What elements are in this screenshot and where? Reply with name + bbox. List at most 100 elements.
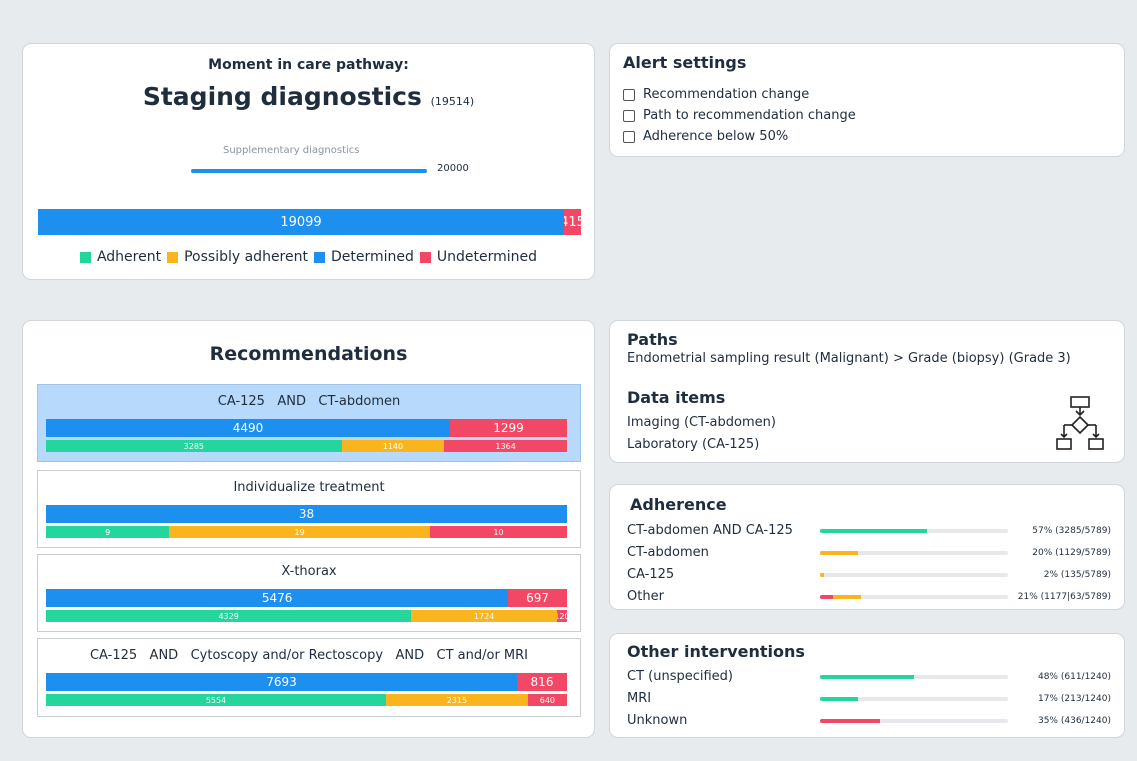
recommendation-label: CA-125 AND CT-abdomen [217, 394, 401, 409]
legend-swatch-undetermined [419, 251, 431, 263]
not-adherent-segment[interactable]: 640 [527, 694, 567, 706]
moment-title: Staging diagnostics (19514) [23, 82, 594, 111]
possibly-adherent-segment[interactable]: 1724 [411, 610, 557, 622]
data-item: Imaging (CT-abdomen) [627, 415, 776, 430]
recommendation-item[interactable]: CA-125 AND Cytoscopy and/or Rectoscopy A… [37, 638, 581, 717]
adherent-segment[interactable]: 5554 [46, 694, 387, 706]
determined-segment[interactable]: 19099 [38, 209, 564, 235]
determined-segment[interactable]: 4490 [46, 419, 451, 437]
other-row-bar [820, 675, 1008, 679]
determined-bar[interactable]: 5476 697 [46, 589, 567, 607]
other-row-value: 17% (213/1240) [1037, 694, 1111, 704]
legend-swatch-determined [313, 251, 325, 263]
not-adherent-segment[interactable]: 1364 [444, 440, 567, 452]
alert-option-label: Adherence below 50% [643, 129, 789, 144]
legend-label: Adherent [96, 249, 162, 265]
legend-item-possibly-adherent: Possibly adherent [167, 249, 308, 265]
alert-option-path-change[interactable]: Path to recommendation change [623, 108, 856, 123]
other-row-fill [820, 719, 881, 723]
other-row-fill [820, 675, 914, 679]
adherence-row-bar [820, 551, 1008, 555]
other-row-label: CT (unspecified) [627, 669, 733, 684]
other-interventions-card: Other interventions CT (unspecified) 48% … [609, 633, 1125, 738]
adherence-title: Adherence [630, 495, 727, 514]
alert-option-adherence-below[interactable]: Adherence below 50% [623, 129, 788, 144]
adherence-bar[interactable]: 3285 1140 1364 [46, 440, 567, 452]
alert-option-recommendation-change[interactable]: Recommendation change [623, 87, 809, 102]
adherence-row-bar [820, 573, 1008, 577]
determined-bar[interactable]: 7693 816 [46, 673, 567, 691]
adherence-row-bar [820, 529, 1008, 533]
not-adherent-segment[interactable]: 120 [556, 610, 567, 622]
legend-label: Undetermined [436, 249, 538, 265]
recommendation-label: CA-125 AND Cytoscopy and/or Rectoscopy A… [89, 648, 529, 663]
adherent-segment[interactable]: 3285 [46, 440, 342, 452]
recommendations-title: Recommendations [209, 343, 408, 365]
adherence-row-value: 21% (1177|63/5789) [1017, 592, 1111, 602]
other-row-bar [820, 697, 1008, 701]
undetermined-segment[interactable]: 415 [564, 209, 581, 235]
adherence-row-label: CT-abdomen AND CA-125 [627, 523, 793, 538]
moment-card: Moment in care pathway: Staging diagnost… [22, 43, 595, 280]
adherent-segment[interactable]: 9 [46, 526, 170, 538]
recommendation-item[interactable]: CA-125 AND CT-abdomen 4490 1299 3285 1140 136… [37, 384, 581, 462]
recommendation-item[interactable]: Individualize treatment 38 9 19 10 [37, 470, 581, 548]
adherence-bar[interactable]: 5554 2315 640 [46, 694, 567, 706]
other-row-label: Unknown [627, 713, 688, 728]
possibly-adherent-segment[interactable]: 1140 [341, 440, 445, 452]
determined-bar[interactable]: 38 [46, 505, 567, 523]
checkbox[interactable] [623, 88, 635, 101]
adherence-card: Adherence CT-abdomen AND CA-125 57% (3285… [609, 484, 1125, 610]
adherence-row-value: 20% (1129/5789) [1032, 548, 1111, 558]
possibly-adherent-segment[interactable]: 2315 [386, 694, 528, 706]
recommendations-card: Recommendations CA-125 AND CT-abdomen 449… [22, 320, 595, 738]
adherence-row-label: Other [627, 589, 664, 604]
legend-item-undetermined: Undetermined [419, 249, 538, 265]
recommendation-item[interactable]: X-thorax 5476697 43291724120 [37, 554, 581, 632]
adherent-segment[interactable]: 4329 [46, 610, 412, 622]
determined-bar[interactable]: 4490 1299 [46, 419, 567, 437]
legend-item-determined: Determined [313, 249, 414, 265]
undetermined-segment[interactable]: 697 [508, 589, 567, 607]
other-row-label: MRI [627, 691, 652, 706]
determined-segment[interactable]: 38 [46, 505, 567, 523]
flowchart-icon[interactable] [1056, 393, 1104, 455]
legend-swatch-possibly-adherent [167, 251, 179, 263]
alert-settings-title: Alert settings [623, 53, 747, 72]
legend-item-adherent: Adherent [79, 249, 162, 265]
checkbox[interactable] [623, 130, 635, 143]
undetermined-segment[interactable]: 1299 [450, 419, 567, 437]
possibly-adherent-segment[interactable]: 19 [169, 526, 430, 538]
legend-label: Possibly adherent [184, 249, 308, 265]
main-distribution-bar[interactable]: 19099 415 [38, 209, 581, 235]
determined-segment[interactable]: 5476 [46, 589, 509, 607]
moment-count: (19514) [430, 95, 475, 108]
paths-card: Paths Endometrial sampling result (Malig… [609, 320, 1125, 463]
determined-segment[interactable]: 7693 [46, 673, 518, 691]
alert-settings-card: Alert settings Recommendation change Pat… [609, 43, 1125, 157]
other-row-value: 48% (611/1240) [1037, 672, 1111, 682]
adherence-row-value: 57% (3285/5789) [1032, 526, 1111, 536]
adherence-row-label: CT-abdomen [627, 545, 709, 560]
alert-option-label: Recommendation change [643, 87, 810, 102]
legend-label: Determined [330, 249, 414, 265]
adherence-bar[interactable]: 9 19 10 [46, 526, 567, 538]
adherence-row-value: 2% (135/5789) [1043, 570, 1111, 580]
other-row-value: 35% (436/1240) [1037, 716, 1111, 726]
other-interventions-title: Other interventions [627, 642, 805, 661]
supplementary-value: 20000 [437, 163, 469, 174]
adherence-row-fill [820, 551, 858, 555]
moment-title-text: Staging diagnostics [142, 82, 422, 111]
adherence-row-fill-secondary [833, 595, 862, 599]
adherence-bar[interactable]: 43291724120 [46, 610, 567, 622]
alert-option-label: Path to recommendation change [643, 108, 856, 123]
checkbox[interactable] [623, 109, 635, 122]
recommendation-label: Individualize treatment [233, 480, 385, 495]
data-item: Laboratory (CA-125) [627, 437, 760, 452]
supplementary-label: Supplementary diagnostics [223, 145, 360, 156]
legend: Adherent Possibly adherent Determined Un… [23, 249, 594, 265]
other-row-bar [820, 719, 1008, 723]
not-adherent-segment[interactable]: 10 [429, 526, 567, 538]
undetermined-segment[interactable]: 816 [517, 673, 567, 691]
path-text[interactable]: Endometrial sampling result (Malignant) … [627, 351, 1071, 366]
